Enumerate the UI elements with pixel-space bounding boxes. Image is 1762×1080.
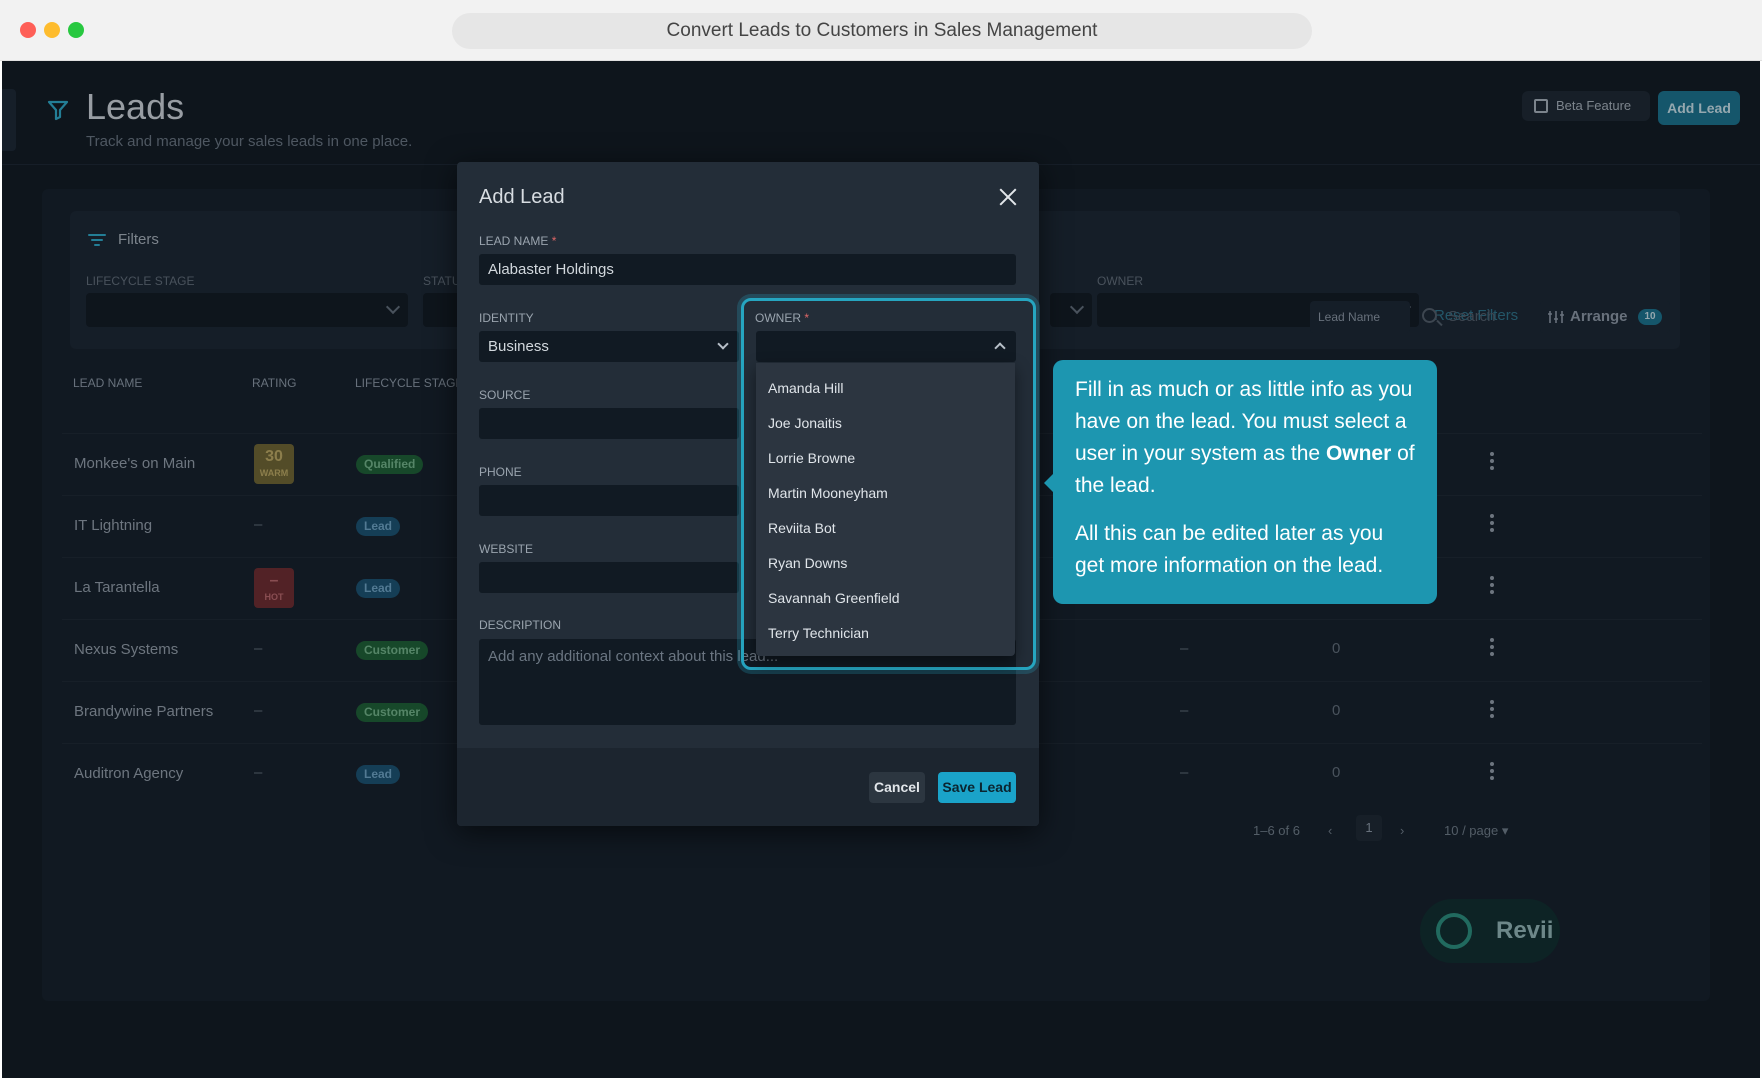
owner-option[interactable]: Joe Jonaitis bbox=[756, 406, 1015, 441]
owner-option[interactable]: Reviita Bot bbox=[756, 511, 1015, 546]
identity-value: Business bbox=[488, 338, 549, 355]
identity-label: IDENTITY bbox=[479, 311, 534, 325]
owner-option[interactable]: Savannah Greenfield bbox=[756, 581, 1015, 616]
lead-name-label: LEAD NAME * bbox=[479, 234, 557, 248]
dialog-footer: Cancel Save Lead bbox=[457, 748, 1039, 826]
lead-name-input[interactable]: Alabaster Holdings bbox=[479, 254, 1016, 285]
owner-option[interactable]: Amanda Hill bbox=[756, 371, 1015, 406]
owner-option[interactable]: Lorrie Browne bbox=[756, 441, 1015, 476]
title-bar: Convert Leads to Customers in Sales Mana… bbox=[0, 0, 1762, 61]
identity-select[interactable]: Business bbox=[479, 331, 739, 362]
owner-dropdown-menu: Amanda Hill Joe Jonaitis Lorrie Browne M… bbox=[756, 363, 1015, 656]
source-label: SOURCE bbox=[479, 388, 531, 402]
cancel-button[interactable]: Cancel bbox=[869, 772, 925, 803]
chevron-down-icon bbox=[717, 338, 729, 350]
source-select[interactable] bbox=[479, 408, 739, 439]
tooltip-paragraph-1: Fill in as much or as little info as you… bbox=[1075, 378, 1415, 497]
owner-option[interactable]: Martin Mooneyham bbox=[756, 476, 1015, 511]
guide-tooltip: Fill in as much or as little info as you… bbox=[1044, 360, 1437, 604]
close-window-button[interactable] bbox=[20, 22, 36, 38]
phone-label: PHONE bbox=[479, 465, 522, 479]
owner-option[interactable]: Terry Technician bbox=[756, 616, 1015, 651]
tooltip-paragraph-2: All this can be edited later as you get … bbox=[1075, 522, 1384, 577]
window-title: Convert Leads to Customers in Sales Mana… bbox=[452, 13, 1312, 49]
minimize-window-button[interactable] bbox=[44, 22, 60, 38]
owner-option[interactable]: Ryan Downs bbox=[756, 546, 1015, 581]
app-area: Leads Track and manage your sales leads … bbox=[2, 61, 1760, 1078]
description-label: DESCRIPTION bbox=[479, 618, 562, 632]
maximize-window-button[interactable] bbox=[68, 22, 84, 38]
website-label: WEBSITE bbox=[479, 542, 534, 556]
close-icon[interactable] bbox=[997, 186, 1019, 208]
dialog-title: Add Lead bbox=[479, 186, 565, 208]
phone-input[interactable] bbox=[479, 485, 739, 516]
website-input[interactable] bbox=[479, 562, 739, 593]
save-lead-button[interactable]: Save Lead bbox=[938, 772, 1016, 803]
browser-window: Convert Leads to Customers in Sales Mana… bbox=[0, 0, 1762, 1080]
